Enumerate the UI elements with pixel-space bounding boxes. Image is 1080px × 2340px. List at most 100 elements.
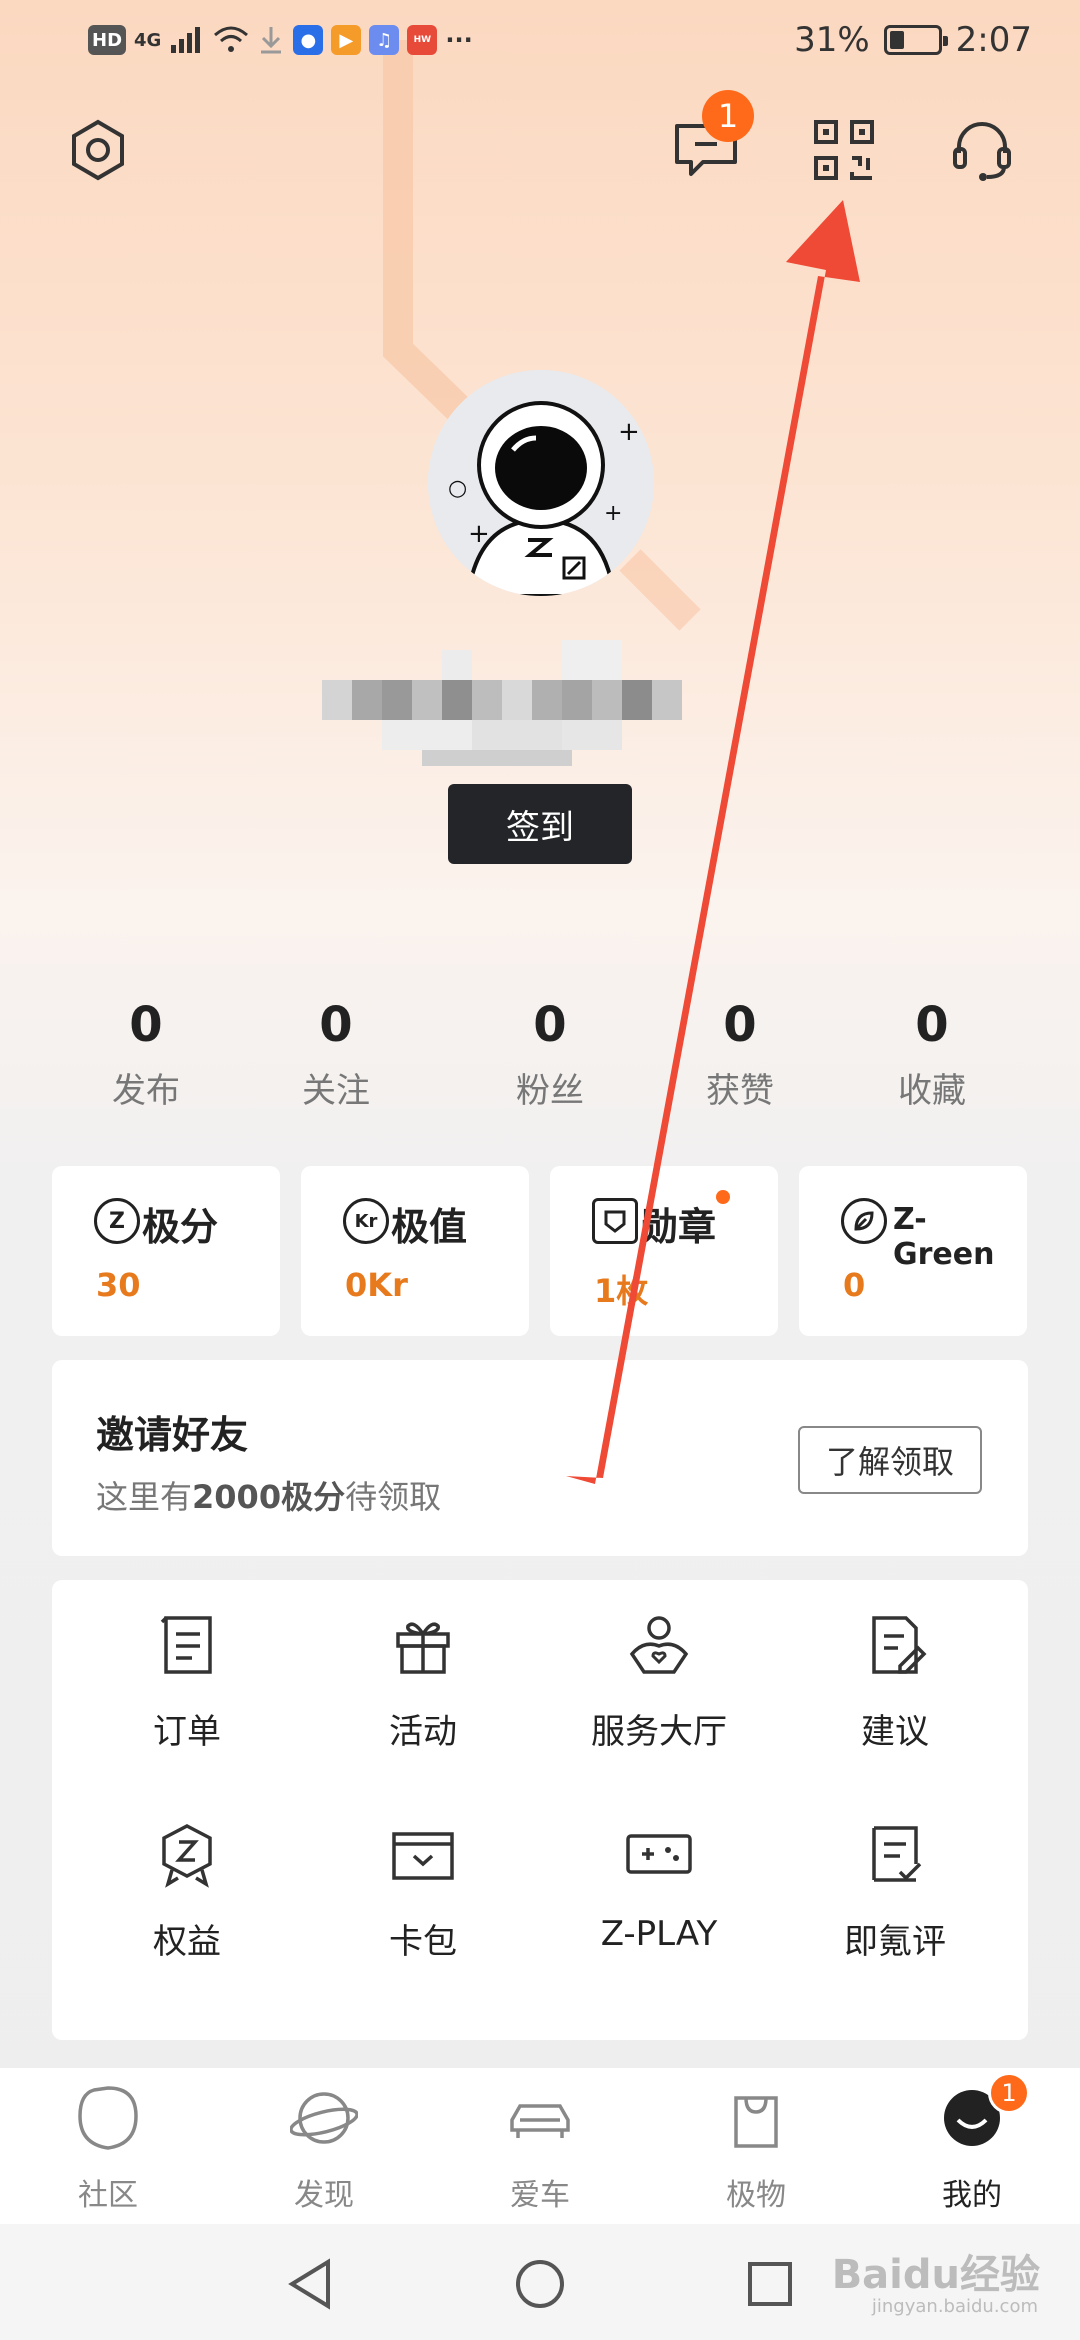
service-hall-icon <box>629 1616 689 1674</box>
medal-icon <box>592 1198 638 1244</box>
system-navigation-bar: Baidu经验 jingyan.baidu.com <box>0 2224 1080 2340</box>
kr-value-card[interactable]: Kr 极值 0Kr <box>301 1166 529 1336</box>
stat-label: 收藏 <box>898 1071 966 1111</box>
service-review[interactable]: 即氪评 <box>780 1790 1010 1990</box>
watermark-url: jingyan.baidu.com <box>871 2296 1038 2317</box>
battery-level <box>889 31 904 49</box>
username-pixelated <box>322 640 682 766</box>
stat-value: 0 <box>319 997 353 1053</box>
message-count-badge: 1 <box>702 90 754 142</box>
battery-icon <box>883 25 948 55</box>
clock: 2:07 <box>955 20 1032 60</box>
z-green-card[interactable]: Z-Green 0 <box>799 1166 1027 1336</box>
new-badge-dot <box>716 1190 730 1204</box>
card-value: 0Kr <box>345 1266 408 1304</box>
card-wallet-icon <box>392 1832 454 1880</box>
scan-qr-button[interactable] <box>804 110 884 190</box>
profile-notification-badge: 1 <box>988 2072 1030 2114</box>
more-notifications: ··· <box>445 26 473 54</box>
nav-community[interactable]: 社区 <box>28 2084 188 2214</box>
avatar[interactable]: ○ + + + <box>428 370 654 596</box>
benefits-icon <box>162 1824 212 1888</box>
gamepad-icon <box>626 1834 692 1874</box>
planet-icon <box>290 2092 358 2144</box>
nav-discover[interactable]: 发现 <box>244 2084 404 2214</box>
astronaut-avatar-icon: ○ + + + <box>428 370 654 596</box>
hd-indicator: HD <box>88 25 127 55</box>
points-card[interactable]: Z 极分 30 <box>52 1166 280 1336</box>
nav-shop[interactable]: 极物 <box>676 2084 836 2214</box>
service-label: Z-PLAY <box>600 1914 718 1954</box>
service-benefits[interactable]: 权益 <box>72 1790 302 1990</box>
status-bar-right: 31% 2:07 <box>794 20 1032 60</box>
stat-value: 0 <box>129 997 163 1053</box>
stat-posts[interactable]: 0 发布 <box>56 995 236 1112</box>
svg-text:○: ○ <box>448 476 467 501</box>
settings-button[interactable] <box>58 110 138 190</box>
review-icon <box>872 1826 922 1882</box>
home-icon[interactable] <box>512 2256 568 2312</box>
messages-button[interactable]: 1 <box>666 90 754 190</box>
stat-following[interactable]: 0 关注 <box>246 995 426 1112</box>
feedback-icon <box>872 1616 927 1674</box>
service-label: 订单 <box>153 1712 221 1752</box>
invite-subtitle: 这里有2000极分待领取 <box>96 1472 441 1518</box>
invite-sub-suffix: 待领取 <box>345 1478 442 1516</box>
service-feedback[interactable]: 建议 <box>780 1580 1010 1780</box>
stat-label: 发布 <box>112 1071 180 1111</box>
service-card-wallet[interactable]: 卡包 <box>308 1790 538 1990</box>
kr-icon: Kr <box>343 1198 389 1244</box>
gift-icon <box>396 1622 450 1674</box>
signal-icon <box>171 27 201 53</box>
service-hall[interactable]: 服务大厅 <box>544 1580 774 1780</box>
invite-friends-banner[interactable]: 邀请好友 这里有2000极分待领取 了解领取 <box>52 1360 1028 1556</box>
svg-text:+: + <box>618 417 640 447</box>
customer-service-button[interactable] <box>942 110 1022 190</box>
hexagon-settings-icon <box>72 119 124 181</box>
app-notification-icon: ● <box>293 25 324 55</box>
bottom-navigation: 社区 发现 爱车 极物 1 我的 <box>0 2068 1080 2224</box>
service-orders[interactable]: 订单 <box>72 1580 302 1780</box>
stat-value: 0 <box>915 997 949 1053</box>
watermark-logo: Baidu经验 <box>831 2252 1040 2298</box>
invite-title: 邀请好友 <box>96 1413 249 1457</box>
learn-claim-button[interactable]: 了解领取 <box>798 1426 982 1494</box>
service-activities[interactable]: 活动 <box>308 1580 538 1780</box>
service-z-play[interactable]: Z-PLAY <box>544 1790 774 1990</box>
nav-label: 我的 <box>942 2178 1002 2213</box>
stat-likes[interactable]: 0 获赞 <box>650 995 830 1112</box>
leaf-icon <box>841 1198 887 1244</box>
back-icon[interactable] <box>282 2256 338 2312</box>
card-value: 30 <box>96 1266 141 1304</box>
stat-label: 粉丝 <box>516 1071 584 1111</box>
stat-followers[interactable]: 0 粉丝 <box>460 995 640 1112</box>
shopping-bag-icon <box>734 2096 778 2148</box>
nav-label: 爱车 <box>510 2178 570 2213</box>
service-label: 活动 <box>389 1712 457 1752</box>
svg-text:+: + <box>468 519 490 549</box>
nav-my-car[interactable]: 爱车 <box>460 2084 620 2214</box>
headset-icon <box>953 122 1011 181</box>
qr-code-icon <box>814 120 874 180</box>
card-title: 勋章 <box>640 1205 717 1249</box>
checkin-button[interactable]: 签到 <box>448 784 632 864</box>
points-icon: Z <box>94 1198 140 1244</box>
nav-profile[interactable]: 1 我的 <box>892 2072 1052 2214</box>
nav-label: 社区 <box>78 2178 138 2213</box>
car-icon <box>510 2104 570 2138</box>
video-app-icon: ▶ <box>331 25 362 55</box>
community-icon <box>78 2086 138 2150</box>
card-title: 极值 <box>391 1205 468 1249</box>
badges-card[interactable]: 勋章 1枚 <box>550 1166 778 1336</box>
stat-label: 获赞 <box>706 1071 774 1111</box>
stat-favorites[interactable]: 0 收藏 <box>842 995 1022 1112</box>
stat-value: 0 <box>723 997 757 1053</box>
card-value: 0 <box>843 1266 866 1304</box>
services-grid: 订单 活动 服务大厅 建议 权益 卡包 Z-PLAY 即氪评 <box>52 1580 1028 2040</box>
huawei-app-icon: HW <box>407 25 438 55</box>
recents-icon[interactable] <box>742 2256 798 2312</box>
status-bar: HD 4G ● ▶ ♫ HW ··· 31% 2:07 <box>0 0 1080 80</box>
stat-label: 关注 <box>302 1071 370 1111</box>
invite-sub-prefix: 这里有 <box>96 1478 193 1516</box>
order-icon <box>160 1616 212 1674</box>
